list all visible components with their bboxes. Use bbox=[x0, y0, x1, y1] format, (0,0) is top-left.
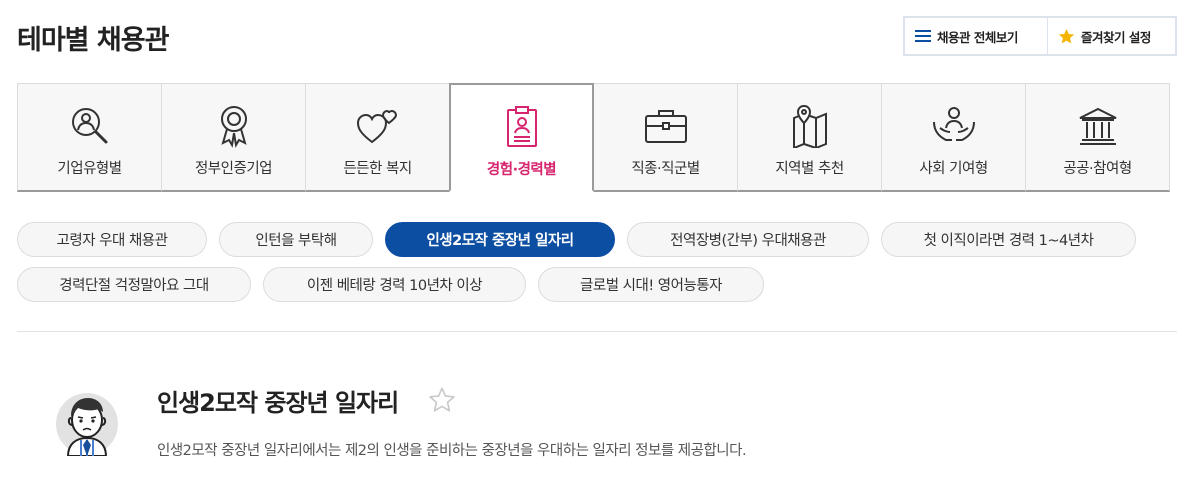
middle-aged-man-avatar-icon bbox=[54, 384, 120, 457]
menu-icon bbox=[915, 29, 931, 43]
chip-english-fluent[interactable]: 글로벌 시대! 영어능통자 bbox=[538, 267, 764, 302]
tab-label: 사회 기여형 bbox=[919, 161, 988, 177]
government-building-icon bbox=[1078, 104, 1118, 148]
chip-first-job-change[interactable]: 첫 이직이라면 경력 1~4년차 bbox=[881, 222, 1136, 257]
briefcase-icon bbox=[644, 104, 688, 148]
tab-social-contribution[interactable]: 사회 기여형 bbox=[881, 83, 1026, 192]
page-title: 테마별 채용관 bbox=[17, 25, 169, 56]
hands-people-icon bbox=[932, 104, 976, 148]
chip-veteran-officer[interactable]: 전역장병(간부) 우대채용관 bbox=[627, 222, 869, 257]
tab-label: 정부인증기업 bbox=[194, 161, 273, 177]
theme-tabs: 기업유형별 정부인증기업 든든한 복지 경험·경력별 직종·직군별 지역별 추천 bbox=[17, 83, 1177, 193]
add-favorite-star-icon[interactable] bbox=[428, 386, 456, 418]
resume-clipboard-icon bbox=[505, 105, 539, 149]
section-description: 인생2모작 중장년 일자리에서는 제2의 인생을 준비하는 중장년을 우대하는 … bbox=[157, 443, 747, 459]
view-all-button[interactable]: 채용관 전체보기 bbox=[905, 18, 1047, 54]
chip-intern[interactable]: 인턴을 부탁해 bbox=[219, 222, 373, 257]
divider bbox=[17, 331, 1177, 332]
chip-row: 경력단절 걱정말아요 그대 이젠 베테랑 경력 10년차 이상 글로벌 시대! … bbox=[17, 267, 1177, 302]
favorites-label: 즐겨찾기 설정 bbox=[1081, 29, 1151, 45]
tab-label: 공공·참여형 bbox=[1063, 161, 1132, 177]
section-title: 인생2모작 중장년 일자리 bbox=[157, 389, 399, 417]
hearts-icon bbox=[356, 104, 400, 148]
tab-experience-career[interactable]: 경험·경력별 bbox=[449, 83, 594, 192]
view-all-label: 채용관 전체보기 bbox=[937, 29, 1018, 45]
map-pin-icon bbox=[791, 104, 829, 148]
theme-chip-list: 고령자 우대 채용관 인턴을 부탁해 인생2모작 중장년 일자리 전역장병(간부… bbox=[17, 222, 1177, 312]
chip-second-career[interactable]: 인생2모작 중장년 일자리 bbox=[385, 222, 615, 257]
tab-label: 경험·경력별 bbox=[486, 162, 557, 178]
tab-label: 기업유형별 bbox=[57, 161, 122, 177]
search-person-icon bbox=[69, 104, 111, 148]
tab-label: 지역별 추천 bbox=[775, 161, 844, 177]
top-button-group: 채용관 전체보기 즐겨찾기 설정 bbox=[903, 16, 1177, 56]
tab-welfare[interactable]: 든든한 복지 bbox=[305, 83, 450, 192]
tab-job-category[interactable]: 직종·직군별 bbox=[593, 83, 738, 192]
award-ribbon-icon bbox=[216, 104, 252, 148]
star-icon bbox=[1058, 28, 1075, 45]
favorites-button[interactable]: 즐겨찾기 설정 bbox=[1047, 18, 1175, 54]
tab-public-participation[interactable]: 공공·참여형 bbox=[1025, 83, 1170, 192]
chip-veteran-10-years[interactable]: 이젠 베테랑 경력 10년차 이상 bbox=[263, 267, 526, 302]
tab-label: 직종·직군별 bbox=[631, 161, 700, 177]
tab-region-recommend[interactable]: 지역별 추천 bbox=[737, 83, 882, 192]
tab-company-type[interactable]: 기업유형별 bbox=[17, 83, 162, 192]
chip-row: 고령자 우대 채용관 인턴을 부탁해 인생2모작 중장년 일자리 전역장병(간부… bbox=[17, 222, 1177, 257]
chip-career-break[interactable]: 경력단절 걱정말아요 그대 bbox=[17, 267, 251, 302]
tab-government-certified[interactable]: 정부인증기업 bbox=[161, 83, 306, 192]
tab-label: 든든한 복지 bbox=[343, 161, 412, 177]
chip-senior-preferred[interactable]: 고령자 우대 채용관 bbox=[17, 222, 207, 257]
